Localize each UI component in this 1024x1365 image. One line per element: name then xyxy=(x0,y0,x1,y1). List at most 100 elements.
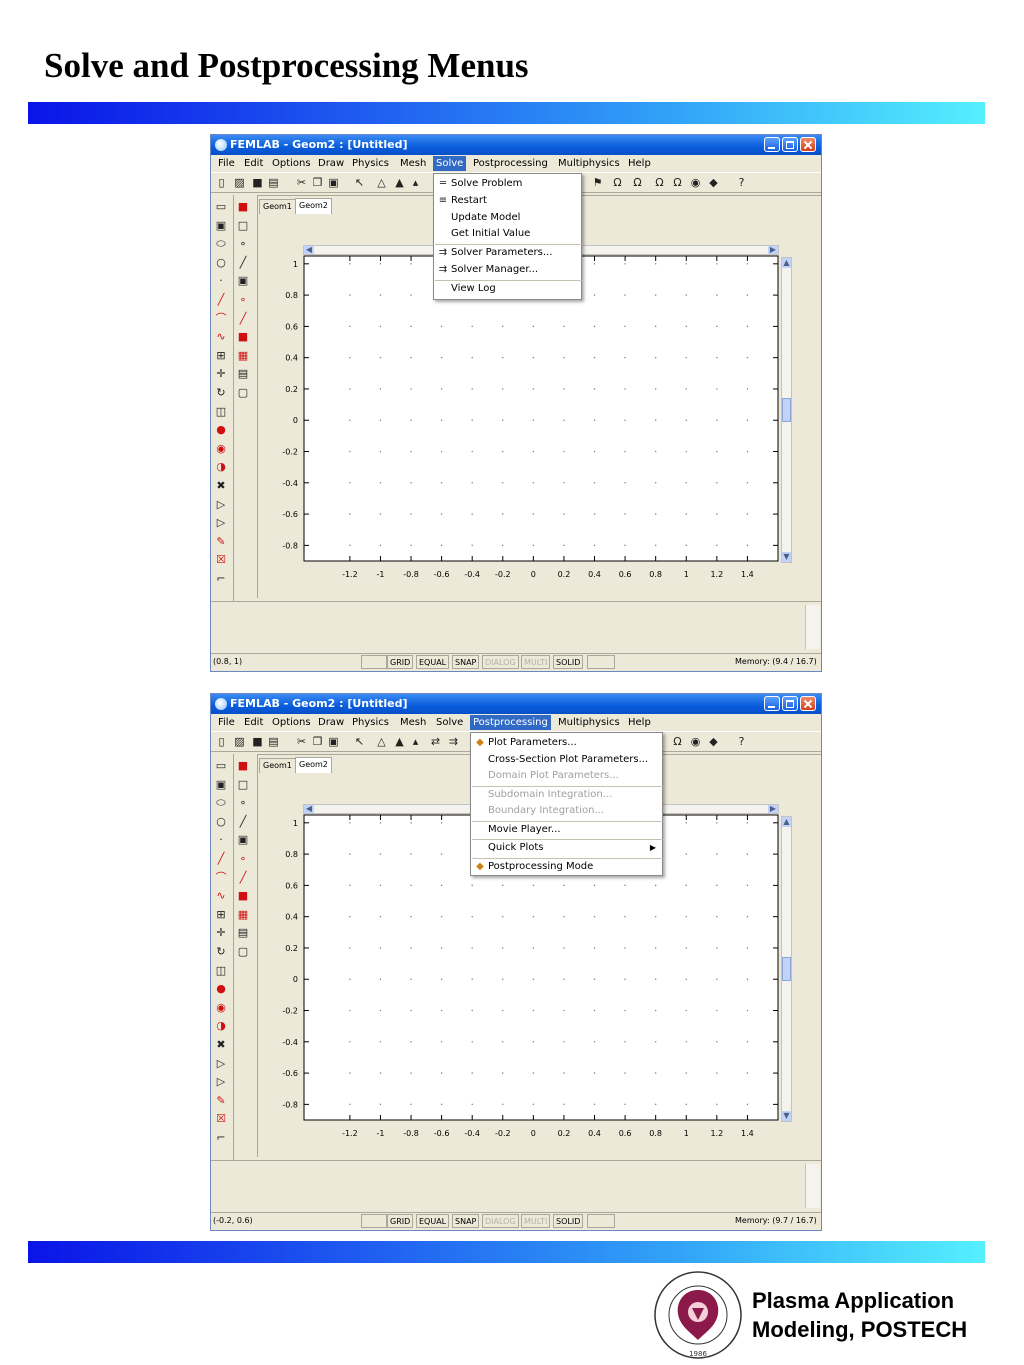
grid-dot xyxy=(716,544,718,547)
footer-caption: Plasma Application Modeling, POSTECH xyxy=(752,1286,967,1344)
grid-dot xyxy=(593,947,596,949)
menu-item-solver-parameters[interactable]: ⇉ Solver Parameters... xyxy=(434,245,581,261)
grid-dot xyxy=(654,1103,657,1106)
grid-dot xyxy=(654,450,657,453)
grid-dot xyxy=(593,419,596,421)
x-tick-label: -1 xyxy=(376,1129,384,1138)
multi-toggle[interactable]: MULTI xyxy=(521,1214,551,1228)
grid-dot xyxy=(746,1072,749,1074)
grid-dot xyxy=(624,513,626,515)
grid-dot xyxy=(349,1009,351,1012)
menu-item-quick-plots[interactable]: Quick Plots ▶ xyxy=(471,840,662,856)
coordinate-readout: (-0.2, 0.6) xyxy=(211,1214,361,1228)
menu-item-get-initial-value[interactable]: Get Initial Value xyxy=(434,226,581,242)
menu-item-solver-manager[interactable]: ⇉ Solver Manager... xyxy=(434,262,581,278)
grid-dot xyxy=(593,544,596,547)
grid-dot xyxy=(379,450,382,453)
postech-logo: 1986 xyxy=(654,1271,742,1359)
grid-dot xyxy=(624,915,626,918)
grid-dot xyxy=(440,822,443,824)
grid-toggle[interactable]: GRID xyxy=(387,1214,414,1228)
menu-item-movie-player[interactable]: Movie Player... xyxy=(471,822,662,838)
grid-dot xyxy=(349,482,351,484)
x-tick-label: 1.2 xyxy=(710,570,723,579)
menu-item-restart[interactable]: ≡ Restart xyxy=(434,193,581,209)
x-tick-label: -0.6 xyxy=(434,570,450,579)
grid-dot xyxy=(502,1072,504,1074)
grid-dot xyxy=(654,947,657,949)
grid-dot xyxy=(685,388,687,390)
solid-toggle[interactable]: SOLID xyxy=(553,655,584,669)
grid-dot xyxy=(685,1041,687,1043)
grid-dot xyxy=(716,294,718,296)
snap-toggle[interactable]: SNAP xyxy=(452,1214,480,1228)
x-tick-label: 0.8 xyxy=(649,1129,662,1138)
grid-dot xyxy=(716,1103,718,1106)
y-tick-label: -0.8 xyxy=(282,541,298,550)
grid-dot xyxy=(716,325,718,328)
solid-toggle[interactable]: SOLID xyxy=(553,1214,584,1228)
menu-item-update-model[interactable]: Update Model xyxy=(434,210,581,226)
grid-dot xyxy=(685,294,687,296)
grid-dot xyxy=(379,1041,382,1043)
grid-dot xyxy=(716,1072,718,1074)
grid-dot xyxy=(716,1009,718,1012)
grid-dot xyxy=(379,1009,382,1012)
x-tick-label: -0.4 xyxy=(464,570,480,579)
dialog-toggle[interactable]: DIALOG xyxy=(482,655,519,669)
grid-toggle[interactable]: GRID xyxy=(387,655,414,669)
grid-dot xyxy=(593,1103,596,1106)
grid-dot xyxy=(349,978,351,980)
grid-dot xyxy=(440,482,443,484)
grid-dot xyxy=(502,884,504,887)
grid-dot xyxy=(624,419,626,421)
grid-dot xyxy=(685,947,687,949)
bottom-gradient-bar xyxy=(28,1241,985,1263)
menu-item-label: Solve Problem xyxy=(451,178,523,189)
memory-readout: Memory: (9.7 / 16.7) xyxy=(733,1214,821,1228)
multi-toggle[interactable]: MULTI xyxy=(521,655,551,669)
menu-item-solve-problem[interactable]: ═ Solve Problem xyxy=(434,176,581,192)
equal-toggle[interactable]: EQUAL xyxy=(416,655,450,669)
grid-dot xyxy=(563,947,565,949)
grid-dot xyxy=(410,388,412,390)
x-tick-label: -0.8 xyxy=(403,1129,419,1138)
grid-dot xyxy=(746,915,749,918)
slide-title: Solve and Postprocessing Menus xyxy=(44,46,529,85)
grid-dot xyxy=(746,1041,749,1043)
grid-dot xyxy=(410,513,412,515)
snap-toggle[interactable]: SNAP xyxy=(452,655,480,669)
message-scrollbar[interactable] xyxy=(805,605,820,649)
grid-dot xyxy=(410,1072,412,1074)
menu-item-cross-section-plot-parameters[interactable]: Cross-Section Plot Parameters... xyxy=(471,752,662,768)
menu-item-postprocessing-mode[interactable]: ◆ Postprocessing Mode xyxy=(471,859,662,875)
grid-dot xyxy=(746,263,749,265)
grid-dot xyxy=(440,978,443,980)
grid-dot xyxy=(532,1072,535,1074)
grid-dot xyxy=(593,294,596,296)
grid-dot xyxy=(410,947,412,949)
menu-item-plot-parameters[interactable]: ◆ Plot Parameters... xyxy=(471,735,662,751)
grid-dot xyxy=(502,356,504,359)
grid-dot xyxy=(563,388,565,390)
grid-dot xyxy=(624,978,626,980)
dialog-toggle[interactable]: DIALOG xyxy=(482,1214,519,1228)
menu-item-label: Restart xyxy=(451,194,487,206)
message-scrollbar[interactable] xyxy=(805,1164,820,1208)
grid-dot xyxy=(624,482,626,484)
grid-dot xyxy=(716,513,718,515)
grid-dot xyxy=(349,294,351,296)
femlab-window-solve: FEMLAB - Geom2 : [Untitled] File Edit Opti… xyxy=(210,134,822,672)
grid-dot xyxy=(624,263,626,265)
grid-dot xyxy=(349,544,351,547)
grid-dot xyxy=(502,482,504,484)
equal-toggle[interactable]: EQUAL xyxy=(416,1214,450,1228)
grid-dot xyxy=(410,1103,412,1106)
grid-dot xyxy=(502,513,504,515)
grid-dot xyxy=(471,1103,473,1106)
grid-dot xyxy=(624,544,626,547)
plot-area[interactable] xyxy=(303,255,779,562)
grid-dot xyxy=(624,325,626,328)
menu-item-view-log[interactable]: View Log xyxy=(434,281,581,297)
menu-item-boundary-integration: Boundary Integration... xyxy=(471,803,662,819)
